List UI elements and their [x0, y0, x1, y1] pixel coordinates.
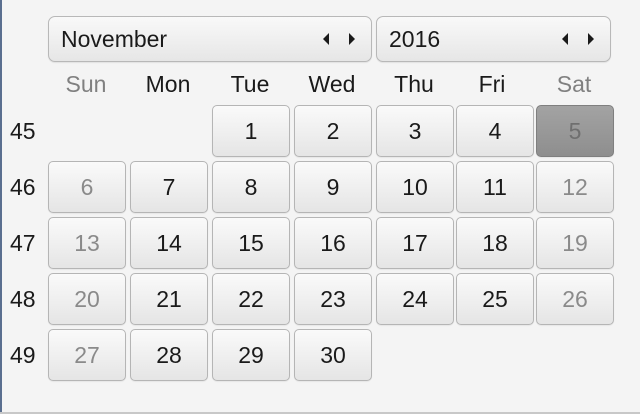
day-cell[interactable]: 26 — [536, 273, 614, 325]
day-cell[interactable]: 4 — [456, 105, 534, 157]
week-number: 45 — [10, 118, 36, 144]
day-cell[interactable]: 30 — [294, 329, 372, 381]
triangle-right-icon — [349, 33, 355, 45]
month-spinner[interactable]: November — [48, 16, 372, 62]
weekday-thu: Thu — [394, 71, 434, 97]
weekday-sat: Sat — [556, 71, 592, 97]
day-cell[interactable]: 14 — [130, 217, 208, 269]
day-cell[interactable]: 25 — [456, 273, 534, 325]
day-cell[interactable]: 3 — [376, 105, 454, 157]
day-cell[interactable]: 7 — [130, 161, 208, 213]
day-cell[interactable]: 16 — [294, 217, 372, 269]
triangle-left-icon — [323, 33, 329, 45]
date-picker: November 2016 Sun Mon Tue Wed Thu Fri Sa… — [0, 0, 640, 414]
triangle-right-icon — [588, 33, 594, 45]
day-cell[interactable]: 8 — [212, 161, 290, 213]
week-number: 46 — [10, 174, 36, 200]
triangle-left-icon — [562, 33, 568, 45]
week-number: 48 — [10, 286, 36, 312]
month-arrows — [315, 19, 363, 59]
day-cell[interactable]: 22 — [212, 273, 290, 325]
day-cell[interactable]: 27 — [48, 329, 126, 381]
weekday-fri: Fri — [478, 71, 506, 97]
day-cell[interactable]: 24 — [376, 273, 454, 325]
week-number: 49 — [10, 342, 36, 368]
window-left-edge — [0, 0, 2, 414]
month-next-button[interactable] — [341, 19, 363, 59]
day-cell[interactable]: 2 — [294, 105, 372, 157]
day-cell[interactable]: 28 — [130, 329, 208, 381]
day-cell[interactable]: 18 — [456, 217, 534, 269]
day-cell[interactable]: 11 — [456, 161, 534, 213]
weekday-wed: Wed — [308, 71, 356, 97]
day-cell[interactable]: 19 — [536, 217, 614, 269]
day-cell[interactable]: 15 — [212, 217, 290, 269]
day-cell[interactable]: 6 — [48, 161, 126, 213]
weekday-mon: Mon — [145, 71, 191, 97]
year-next-button[interactable] — [580, 19, 602, 59]
day-cell[interactable]: 12 — [536, 161, 614, 213]
day-cell[interactable]: 23 — [294, 273, 372, 325]
day-cell[interactable]: 17 — [376, 217, 454, 269]
day-cell[interactable]: 13 — [48, 217, 126, 269]
day-cell[interactable]: 1 — [212, 105, 290, 157]
year-prev-button[interactable] — [554, 19, 576, 59]
weekday-tue: Tue — [230, 71, 270, 97]
day-cell-selected[interactable]: 5 — [536, 105, 614, 157]
year-arrows — [554, 19, 602, 59]
day-cell[interactable]: 10 — [376, 161, 454, 213]
day-cell[interactable]: 20 — [48, 273, 126, 325]
year-spinner[interactable]: 2016 — [376, 16, 611, 62]
day-cell[interactable]: 9 — [294, 161, 372, 213]
week-number: 47 — [10, 230, 36, 256]
month-prev-button[interactable] — [315, 19, 337, 59]
day-cell[interactable]: 29 — [212, 329, 290, 381]
month-value: November — [61, 25, 168, 52]
year-value: 2016 — [389, 25, 441, 52]
weekday-sun: Sun — [65, 71, 107, 97]
day-cell[interactable]: 21 — [130, 273, 208, 325]
